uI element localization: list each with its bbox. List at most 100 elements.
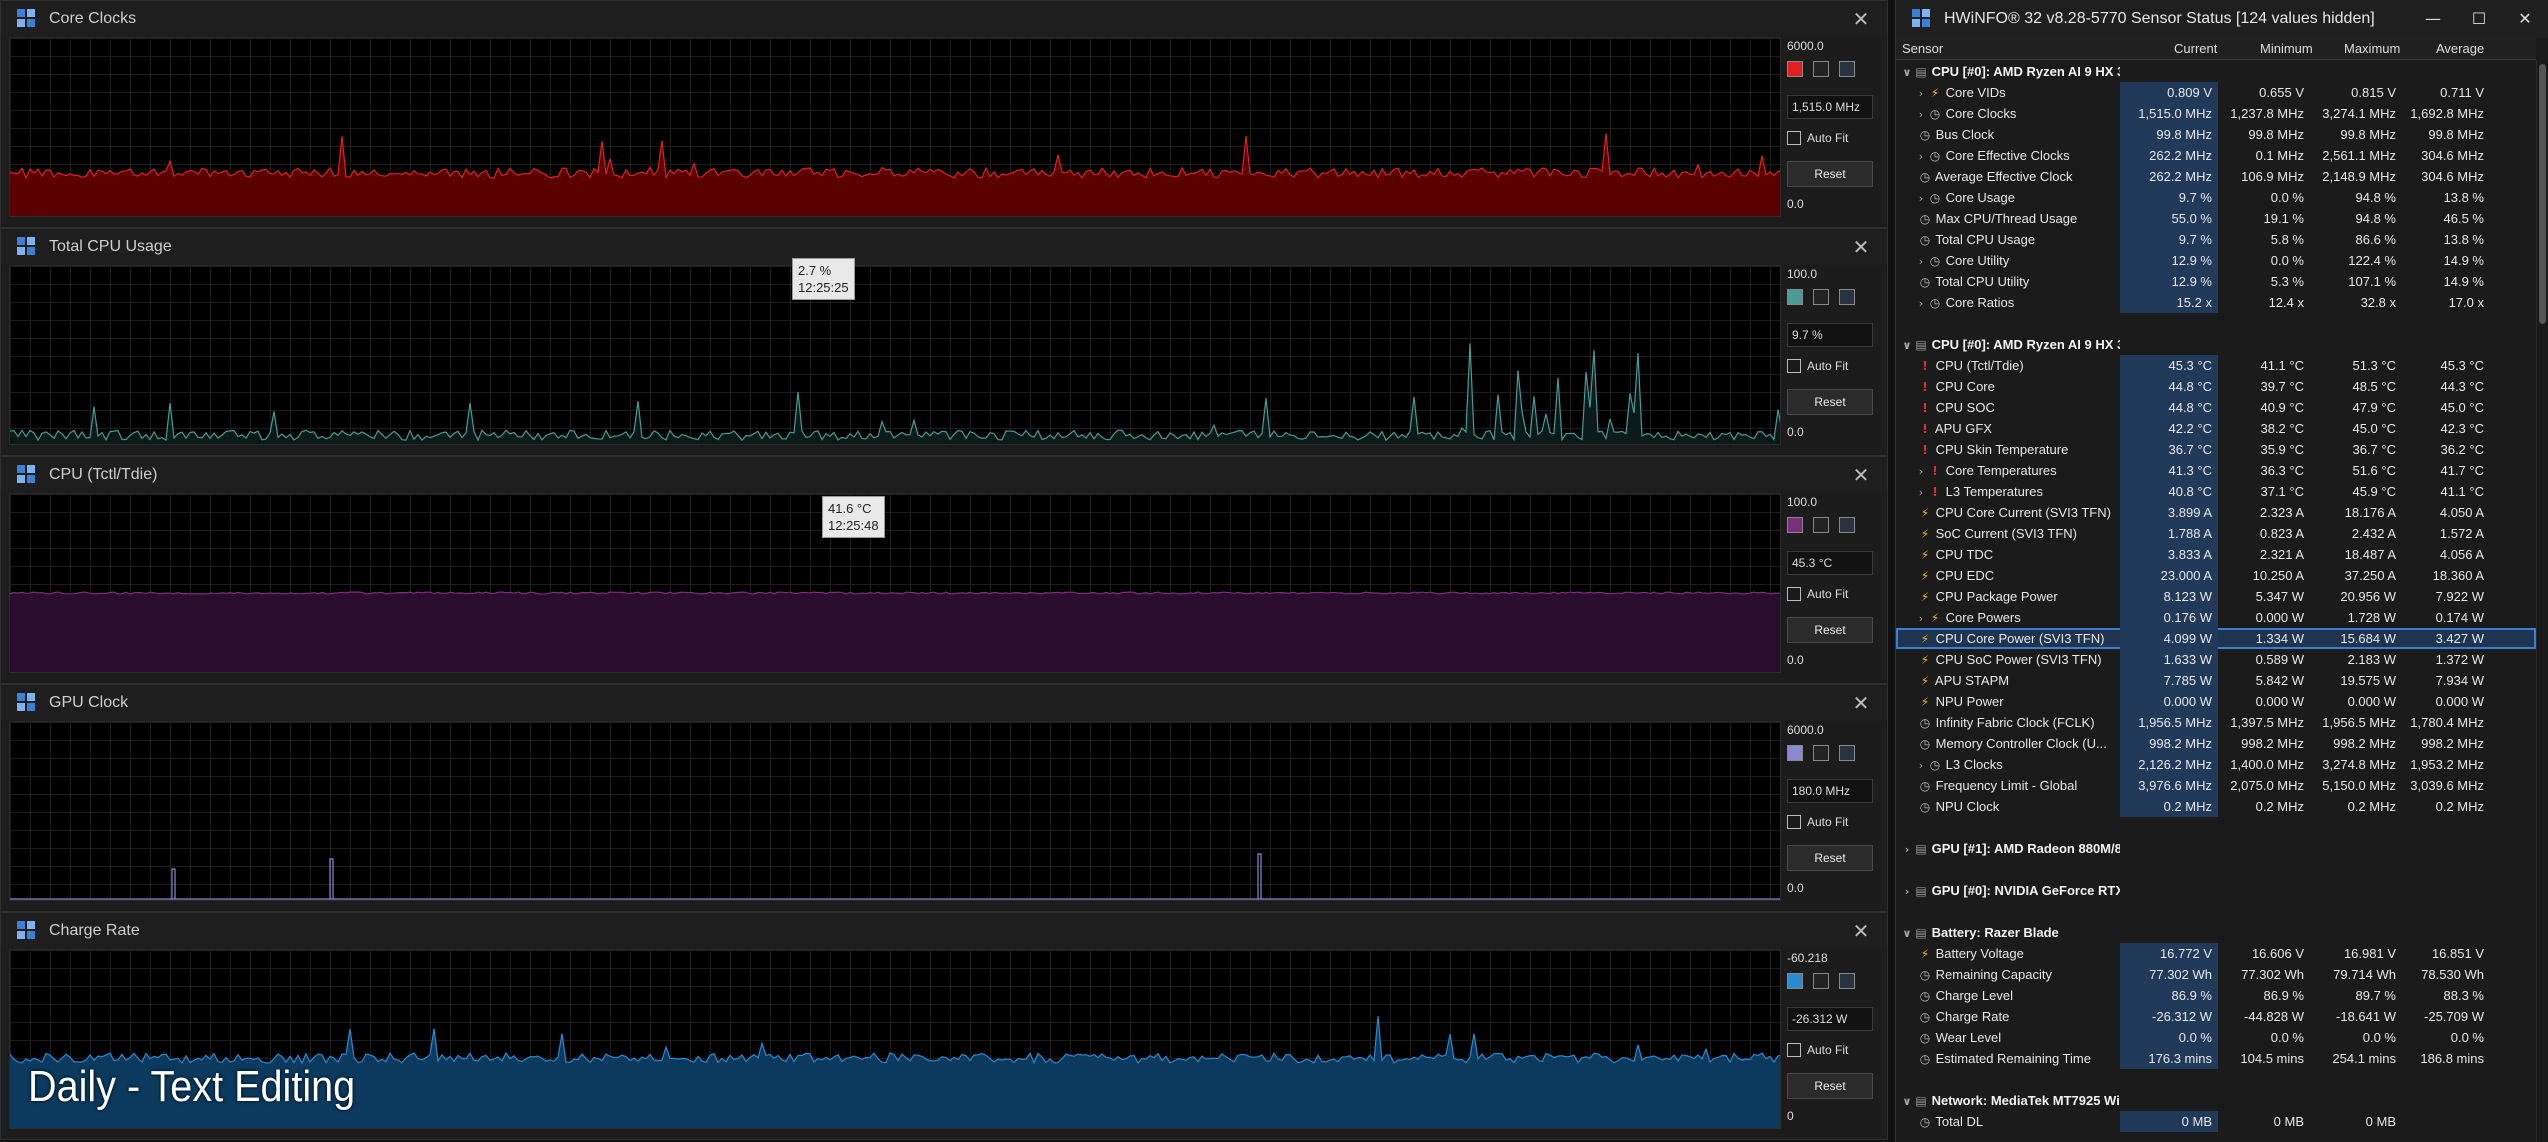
sensor-row[interactable]: ◷ Estimated Remaining Time 176.3 mins 104…	[1896, 1048, 2536, 1069]
reset-button[interactable]: Reset	[1787, 389, 1873, 415]
sensor-row[interactable]: ⚡ NPU Power 0.000 W 0.000 W 0.000 W 0.000…	[1896, 691, 2536, 712]
graph-swatch-empty[interactable]	[1813, 517, 1829, 533]
auto-fit-toggle[interactable]: Auto Fit	[1787, 359, 1848, 373]
sensor-row[interactable]: ◷ Total CPU Utility 12.9 % 5.3 % 107.1 % …	[1896, 271, 2536, 292]
sensor-row[interactable]: ! CPU Skin Temperature 36.7 °C 35.9 °C 36…	[1896, 439, 2536, 460]
sensor-group-row[interactable]: ∨▤ Network: MediaTek MT7925 Wi-Fi 7 Wire…	[1896, 1090, 2536, 1111]
graph-swatch-dark[interactable]	[1839, 289, 1855, 305]
chevron-right-icon[interactable]: ›	[1914, 755, 1928, 775]
auto-fit-toggle[interactable]: Auto Fit	[1787, 587, 1848, 601]
sensor-row[interactable]: › ◷ Core Utility 12.9 % 0.0 % 122.4 % 14.9…	[1896, 250, 2536, 271]
chevron-right-icon[interactable]: ›	[1900, 881, 1914, 901]
sensor-row[interactable]: ◷ Memory Controller Clock (U... 998.2 MHz…	[1896, 733, 2536, 754]
auto-fit-checkbox[interactable]	[1787, 1043, 1801, 1057]
sensor-row[interactable]: ⚡ CPU Core Current (SVI3 TFN) 3.899 A 2.3…	[1896, 502, 2536, 523]
minimize-icon[interactable]: —	[2410, 0, 2456, 38]
vertical-scrollbar[interactable]	[2536, 60, 2548, 1142]
reset-button[interactable]: Reset	[1787, 617, 1873, 643]
auto-fit-checkbox[interactable]	[1787, 359, 1801, 373]
sensor-row[interactable]: ◷ Remaining Capacity 77.302 Wh 77.302 Wh …	[1896, 964, 2536, 985]
auto-fit-toggle[interactable]: Auto Fit	[1787, 815, 1848, 829]
chevron-right-icon[interactable]: ›	[1900, 839, 1914, 859]
chevron-down-icon[interactable]: ∨	[1900, 62, 1914, 82]
chevron-down-icon[interactable]: ∨	[1900, 923, 1914, 943]
sensor-row[interactable]: › ⚡ Core Powers 0.176 W 0.000 W 1.728 W 0.…	[1896, 607, 2536, 628]
graph-titlebar[interactable]: Total CPU Usage ✕	[1, 229, 1887, 265]
graph-swatch-dark[interactable]	[1839, 61, 1855, 77]
auto-fit-checkbox[interactable]	[1787, 131, 1801, 145]
chevron-down-icon[interactable]: ∨	[1900, 335, 1914, 355]
close-icon[interactable]: ✕	[1849, 463, 1873, 487]
scrollbar-thumb[interactable]	[2539, 64, 2546, 324]
graph-color-swatch[interactable]	[1787, 289, 1803, 305]
close-icon[interactable]: ✕	[1849, 691, 1873, 715]
graph-swatch-empty[interactable]	[1813, 745, 1829, 761]
sensor-row[interactable]: ⚡ CPU TDC 3.833 A 2.321 A 18.487 A 4.056 …	[1896, 544, 2536, 565]
sensor-row[interactable]: ! APU GFX 42.2 °C 38.2 °C 45.0 °C 42.3 °C	[1896, 418, 2536, 439]
sensor-row[interactable]: ›! L3 Temperatures 40.8 °C 37.1 °C 45.9 °…	[1896, 481, 2536, 502]
sensor-row[interactable]: ◷ Wear Level 0.0 % 0.0 % 0.0 % 0.0 %	[1896, 1027, 2536, 1048]
sensor-row[interactable]: ⚡ CPU EDC 23.000 A 10.250 A 37.250 A 18.3…	[1896, 565, 2536, 586]
graph-color-swatch[interactable]	[1787, 745, 1803, 761]
column-header-average[interactable]: Average	[2436, 41, 2484, 56]
chevron-right-icon[interactable]: ›	[1914, 461, 1928, 481]
chevron-right-icon[interactable]: ›	[1914, 608, 1928, 628]
auto-fit-checkbox[interactable]	[1787, 587, 1801, 601]
sensor-row[interactable]: ◷ Total DL 0 MB 0 MB 0 MB	[1896, 1111, 2536, 1132]
close-icon[interactable]: ✕	[1849, 919, 1873, 943]
graph-swatch-empty[interactable]	[1813, 973, 1829, 989]
chevron-right-icon[interactable]: ›	[1914, 482, 1928, 502]
close-icon[interactable]: ✕	[1849, 7, 1873, 31]
reset-button[interactable]: Reset	[1787, 1073, 1873, 1099]
sensor-row[interactable]: › ◷ Core Ratios 15.2 x 12.4 x 32.8 x 17.0 …	[1896, 292, 2536, 313]
sensor-row[interactable]: › ⚡ Core VIDs 0.809 V 0.655 V 0.815 V 0.71…	[1896, 82, 2536, 103]
sensor-row[interactable]: ! CPU Core 44.8 °C 39.7 °C 48.5 °C 44.3 °…	[1896, 376, 2536, 397]
graph-swatch-empty[interactable]	[1813, 289, 1829, 305]
sensor-row[interactable]: ⚡ APU STAPM 7.785 W 5.842 W 19.575 W 7.93…	[1896, 670, 2536, 691]
chevron-right-icon[interactable]: ›	[1914, 251, 1928, 271]
auto-fit-checkbox[interactable]	[1787, 815, 1801, 829]
sensor-group-row[interactable]: ∨ ▤ Battery: Razer Blade	[1896, 922, 2536, 943]
maximize-icon[interactable]: ☐	[2456, 0, 2502, 38]
sensor-row[interactable]: ◷ Max CPU/Thread Usage 55.0 % 19.1 % 94.8…	[1896, 208, 2536, 229]
graph-titlebar[interactable]: CPU (Tctl/Tdie) ✕	[1, 457, 1887, 493]
sensor-group-row[interactable]: ›▤ GPU [#1]: AMD Radeon 880M/890M	[1896, 838, 2536, 859]
sensor-row[interactable]: › ◷ L3 Clocks 2,126.2 MHz 1,400.0 MHz 3,27…	[1896, 754, 2536, 775]
graph-color-swatch[interactable]	[1787, 517, 1803, 533]
chevron-right-icon[interactable]: ›	[1914, 188, 1928, 208]
chevron-right-icon[interactable]: ›	[1914, 146, 1928, 166]
sensor-group-row[interactable]: ›▤ GPU [#0]: NVIDIA GeForce RTX 5090 Lap…	[1896, 880, 2536, 901]
column-header-sensor[interactable]: Sensor	[1902, 41, 1943, 56]
sensor-row[interactable]: ⚡ CPU Core Power (SVI3 TFN) 4.099 W 1.334…	[1896, 628, 2536, 649]
reset-button[interactable]: Reset	[1787, 161, 1873, 187]
sensor-group-row[interactable]: ∨ ▤ CPU [#0]: AMD Ryzen AI 9 HX 370	[1896, 61, 2536, 82]
sensor-row[interactable]: › ◷ Core Effective Clocks 262.2 MHz 0.1 MH…	[1896, 145, 2536, 166]
sensor-row[interactable]: ◷ Frequency Limit - Global 3,976.6 MHz 2,…	[1896, 775, 2536, 796]
sensor-row[interactable]: ◷ Bus Clock 99.8 MHz 99.8 MHz 99.8 MHz 99…	[1896, 124, 2536, 145]
chevron-right-icon[interactable]: ›	[1914, 293, 1928, 313]
sensor-row[interactable]: ◷ Total CPU Usage 9.7 % 5.8 % 86.6 % 13.8…	[1896, 229, 2536, 250]
graph-swatch-dark[interactable]	[1839, 517, 1855, 533]
sensor-row[interactable]: ›! Core Temperatures 41.3 °C 36.3 °C 51.6…	[1896, 460, 2536, 481]
graph-swatch-empty[interactable]	[1813, 61, 1829, 77]
graph-titlebar[interactable]: Charge Rate ✕	[1, 913, 1887, 949]
graph-color-swatch[interactable]	[1787, 973, 1803, 989]
graph-titlebar[interactable]: Core Clocks ✕	[1, 1, 1887, 37]
sensor-row[interactable]: ⚡ Battery Voltage 16.772 V 16.606 V 16.98…	[1896, 943, 2536, 964]
sensor-row[interactable]: › ◷ Core Clocks 1,515.0 MHz 1,237.8 MHz 3,…	[1896, 103, 2536, 124]
close-icon[interactable]: ✕	[2502, 0, 2548, 38]
sensor-row[interactable]: ◷ NPU Clock 0.2 MHz 0.2 MHz 0.2 MHz 0.2 M…	[1896, 796, 2536, 817]
chevron-down-icon[interactable]: ∨	[1900, 1091, 1914, 1111]
sensor-row[interactable]: ⚡ SoC Current (SVI3 TFN) 1.788 A 0.823 A …	[1896, 523, 2536, 544]
auto-fit-toggle[interactable]: Auto Fit	[1787, 131, 1848, 145]
reset-button[interactable]: Reset	[1787, 845, 1873, 871]
sensor-row[interactable]: ⚡ CPU Package Power 8.123 W 5.347 W 20.95…	[1896, 586, 2536, 607]
sensor-group-row[interactable]: ∨▤ CPU [#0]: AMD Ryzen AI 9 HX 370: Enha…	[1896, 334, 2536, 355]
auto-fit-toggle[interactable]: Auto Fit	[1787, 1043, 1848, 1057]
graph-color-swatch[interactable]	[1787, 61, 1803, 77]
chevron-right-icon[interactable]: ›	[1914, 83, 1928, 103]
sensor-row[interactable]: ! CPU (Tctl/Tdie) 45.3 °C 41.1 °C 51.3 °C…	[1896, 355, 2536, 376]
chevron-right-icon[interactable]: ›	[1914, 104, 1928, 124]
sensor-row[interactable]: ◷ Charge Level 86.9 % 86.9 % 89.7 % 88.3 …	[1896, 985, 2536, 1006]
sensor-row[interactable]: ◷ Charge Rate -26.312 W -44.828 W -18.641…	[1896, 1006, 2536, 1027]
